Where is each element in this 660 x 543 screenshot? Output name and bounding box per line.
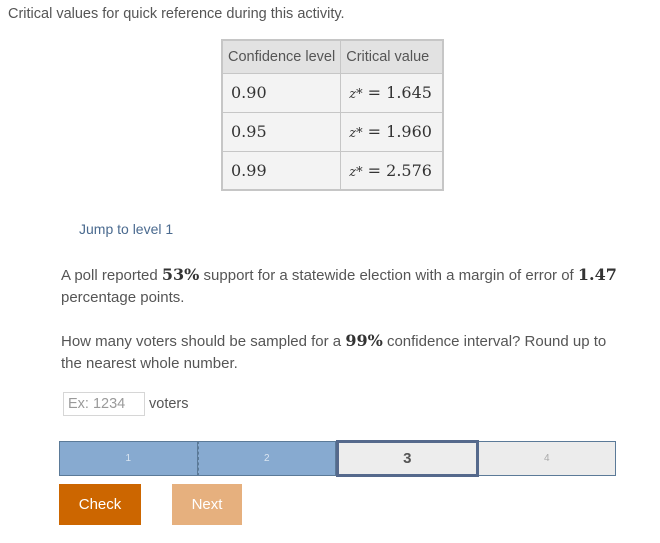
reference-intro: Critical values for quick reference duri… [8,6,345,22]
level-3-segment[interactable]: 3 [336,440,479,477]
question-paragraph-2: How many voters should be sampled for a … [61,331,607,372]
level-2-segment[interactable]: 2 [197,441,336,476]
level-1-segment[interactable]: 1 [59,441,198,476]
confidence-level-cell: 0.90 [221,72,342,113]
question-paragraph-1: A poll reported 53% support for a statew… [61,265,617,306]
answer-unit-label: voters [149,396,189,412]
next-button[interactable]: Next [172,484,242,525]
critical-value-cell: z* = 1.960 [340,111,444,152]
check-button[interactable]: Check [59,484,141,525]
answer-row: voters [63,392,189,416]
critical-values-table: Confidence level Critical value 0.90 z* … [221,39,444,191]
level-4-segment[interactable]: 4 [478,441,616,476]
critical-value-cell: z* = 1.645 [340,72,444,113]
answer-input[interactable] [63,392,145,416]
jump-to-level-link[interactable]: Jump to level 1 [79,221,173,237]
critical-value-cell: z* = 2.576 [340,150,444,191]
table-row: 0.99 z* = 2.576 [221,150,444,191]
table-row: 0.90 z* = 1.645 [221,72,444,113]
table-row: 0.95 z* = 1.960 [221,111,444,152]
table-header-row: Confidence level Critical value [221,39,444,74]
header-confidence-level: Confidence level [221,39,342,74]
confidence-level-cell: 0.95 [221,111,342,152]
level-progress-bar: 1 2 3 4 [59,440,616,477]
confidence-level-cell: 0.99 [221,150,342,191]
header-critical-value: Critical value [340,39,444,74]
